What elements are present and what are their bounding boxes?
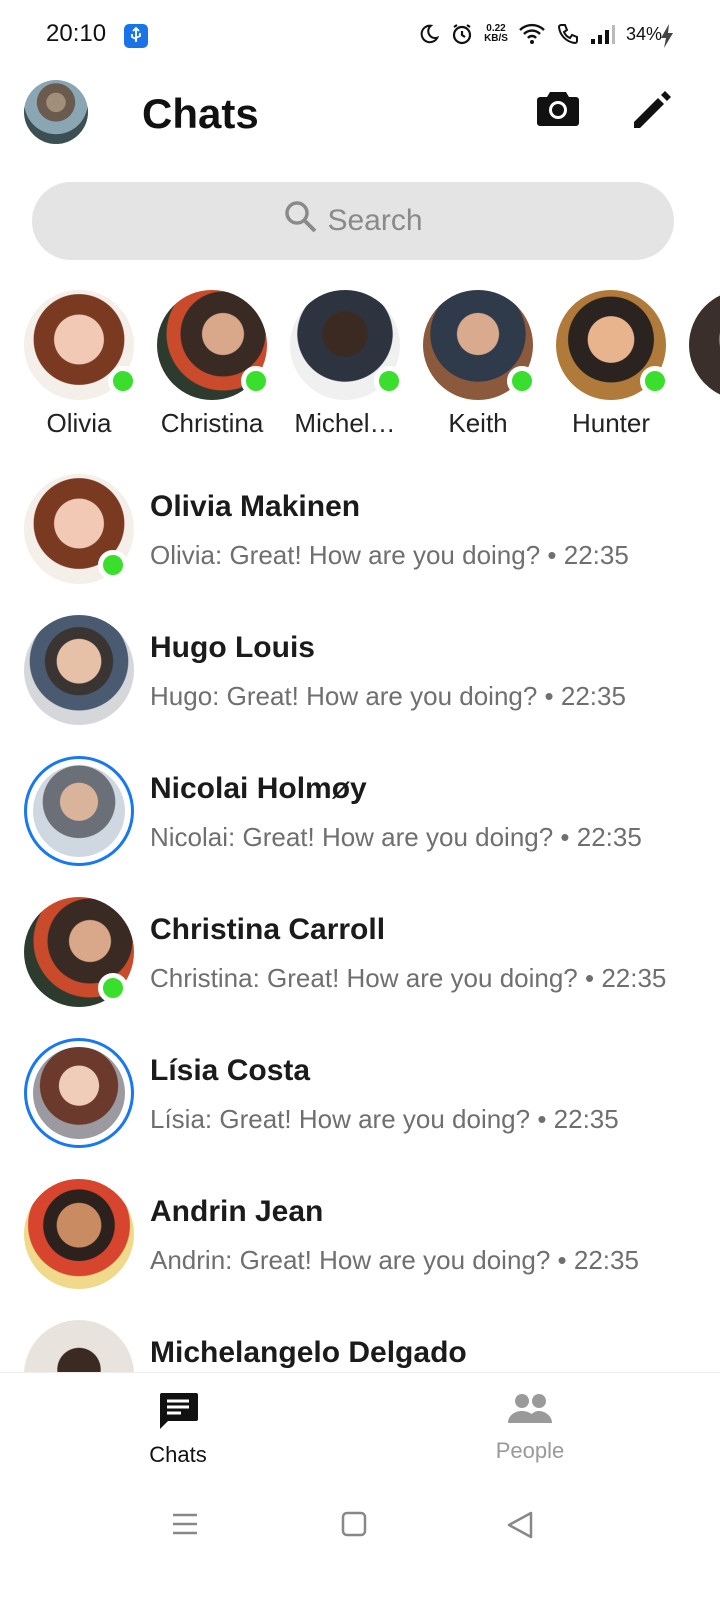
tab-people[interactable]: People bbox=[450, 1391, 610, 1464]
tab-chats[interactable]: Chats bbox=[98, 1391, 258, 1468]
chat-preview: Nicolai: Great! How are you doing? • 22:… bbox=[150, 822, 642, 852]
search-icon bbox=[283, 199, 319, 243]
online-indicator bbox=[98, 973, 128, 1003]
network-speed: 0.22 KB/S bbox=[484, 24, 508, 44]
avatar bbox=[33, 765, 125, 857]
avatar bbox=[24, 615, 134, 725]
wifi-icon bbox=[518, 23, 546, 45]
menu-icon[interactable] bbox=[170, 1510, 200, 1543]
camera-button[interactable] bbox=[536, 88, 580, 128]
story-name: Olivia bbox=[46, 408, 112, 438]
online-indicator bbox=[108, 366, 138, 396]
status-bar: 20:10 0.22 KB/S 34% bbox=[0, 0, 720, 70]
pencil-icon bbox=[630, 91, 674, 136]
chat-row[interactable]: Olivia Makinen Olivia: Great! How are yo… bbox=[0, 472, 720, 613]
avatar bbox=[33, 1047, 125, 1139]
tab-people-label: People bbox=[495, 1438, 565, 1463]
online-indicator bbox=[98, 550, 128, 580]
home-square-icon[interactable] bbox=[340, 1510, 368, 1543]
avatar bbox=[24, 1179, 134, 1289]
battery-level: 34% bbox=[625, 23, 662, 44]
chat-row[interactable]: Michelangelo Delgado bbox=[0, 1318, 720, 1372]
alarm-icon bbox=[450, 22, 474, 46]
chat-preview: Olivia: Great! How are you doing? • 22:3… bbox=[150, 540, 629, 570]
signal-icon bbox=[590, 23, 616, 45]
online-indicator bbox=[241, 366, 271, 396]
story-name: Hunter bbox=[571, 408, 651, 438]
chat-name: Christina Carroll bbox=[150, 913, 386, 946]
system-nav-bar bbox=[0, 1480, 720, 1600]
chat-name: Andrin Jean bbox=[150, 1195, 324, 1228]
camera-icon bbox=[536, 92, 580, 132]
chat-preview: Hugo: Great! How are you doing? • 22:35 bbox=[150, 681, 626, 711]
compose-button[interactable] bbox=[630, 88, 674, 132]
chat-preview: Christina: Great! How are you doing? • 2… bbox=[150, 963, 667, 993]
chat-name: Michelangelo Delgado bbox=[150, 1336, 467, 1369]
chat-row[interactable]: Hugo Louis Hugo: Great! How are you doin… bbox=[0, 613, 720, 754]
chat-name: Hugo Louis bbox=[150, 631, 315, 664]
moon-icon bbox=[418, 23, 440, 45]
bottom-tab-bar: Chats People bbox=[0, 1372, 720, 1481]
header: Chats bbox=[0, 72, 720, 162]
charging-icon bbox=[660, 24, 674, 53]
chat-row[interactable]: Nicolai Holmøy Nicolai: Great! How are y… bbox=[0, 754, 720, 895]
status-time: 20:10 bbox=[46, 20, 107, 47]
search-bar[interactable]: Search bbox=[32, 182, 674, 260]
online-indicator bbox=[507, 366, 537, 396]
chat-name: Nicolai Holmøy bbox=[150, 772, 367, 805]
call-icon bbox=[556, 22, 580, 46]
usb-icon bbox=[124, 24, 148, 48]
chat-name: Lísia Costa bbox=[150, 1054, 311, 1087]
back-triangle-icon[interactable] bbox=[505, 1510, 535, 1545]
chat-row[interactable]: Christina Carroll Christina: Great! How … bbox=[0, 895, 720, 1036]
chat-bubble-icon bbox=[156, 1393, 200, 1435]
story-name: Michel… bbox=[294, 408, 396, 438]
online-indicator bbox=[374, 366, 404, 396]
tab-chats-label: Chats bbox=[149, 1442, 207, 1467]
chat-row[interactable]: Lísia Costa Lísia: Great! How are you do… bbox=[0, 1036, 720, 1177]
chat-list: Olivia Makinen Olivia: Great! How are yo… bbox=[0, 470, 720, 1372]
story-name: Keith bbox=[448, 408, 508, 438]
active-contacts-row: Olivia Christina Michel… Keith Hunter bbox=[0, 288, 720, 448]
online-indicator bbox=[640, 366, 670, 396]
chat-name: Olivia Makinen bbox=[150, 490, 361, 523]
profile-avatar[interactable] bbox=[24, 80, 88, 144]
people-icon bbox=[506, 1394, 554, 1431]
avatar bbox=[689, 290, 720, 400]
page-title: Chats bbox=[142, 90, 259, 137]
story-name: Christina bbox=[160, 408, 264, 438]
chat-preview: Andrin: Great! How are you doing? • 22:3… bbox=[150, 1245, 639, 1275]
avatar bbox=[24, 1320, 134, 1372]
chat-row[interactable]: Andrin Jean Andrin: Great! How are you d… bbox=[0, 1177, 720, 1318]
speed-unit: KB/S bbox=[484, 33, 508, 44]
story-ring bbox=[24, 756, 134, 866]
search-placeholder: Search bbox=[327, 204, 423, 237]
chat-preview: Lísia: Great! How are you doing? • 22:35 bbox=[150, 1104, 619, 1134]
story-ring bbox=[24, 1038, 134, 1148]
